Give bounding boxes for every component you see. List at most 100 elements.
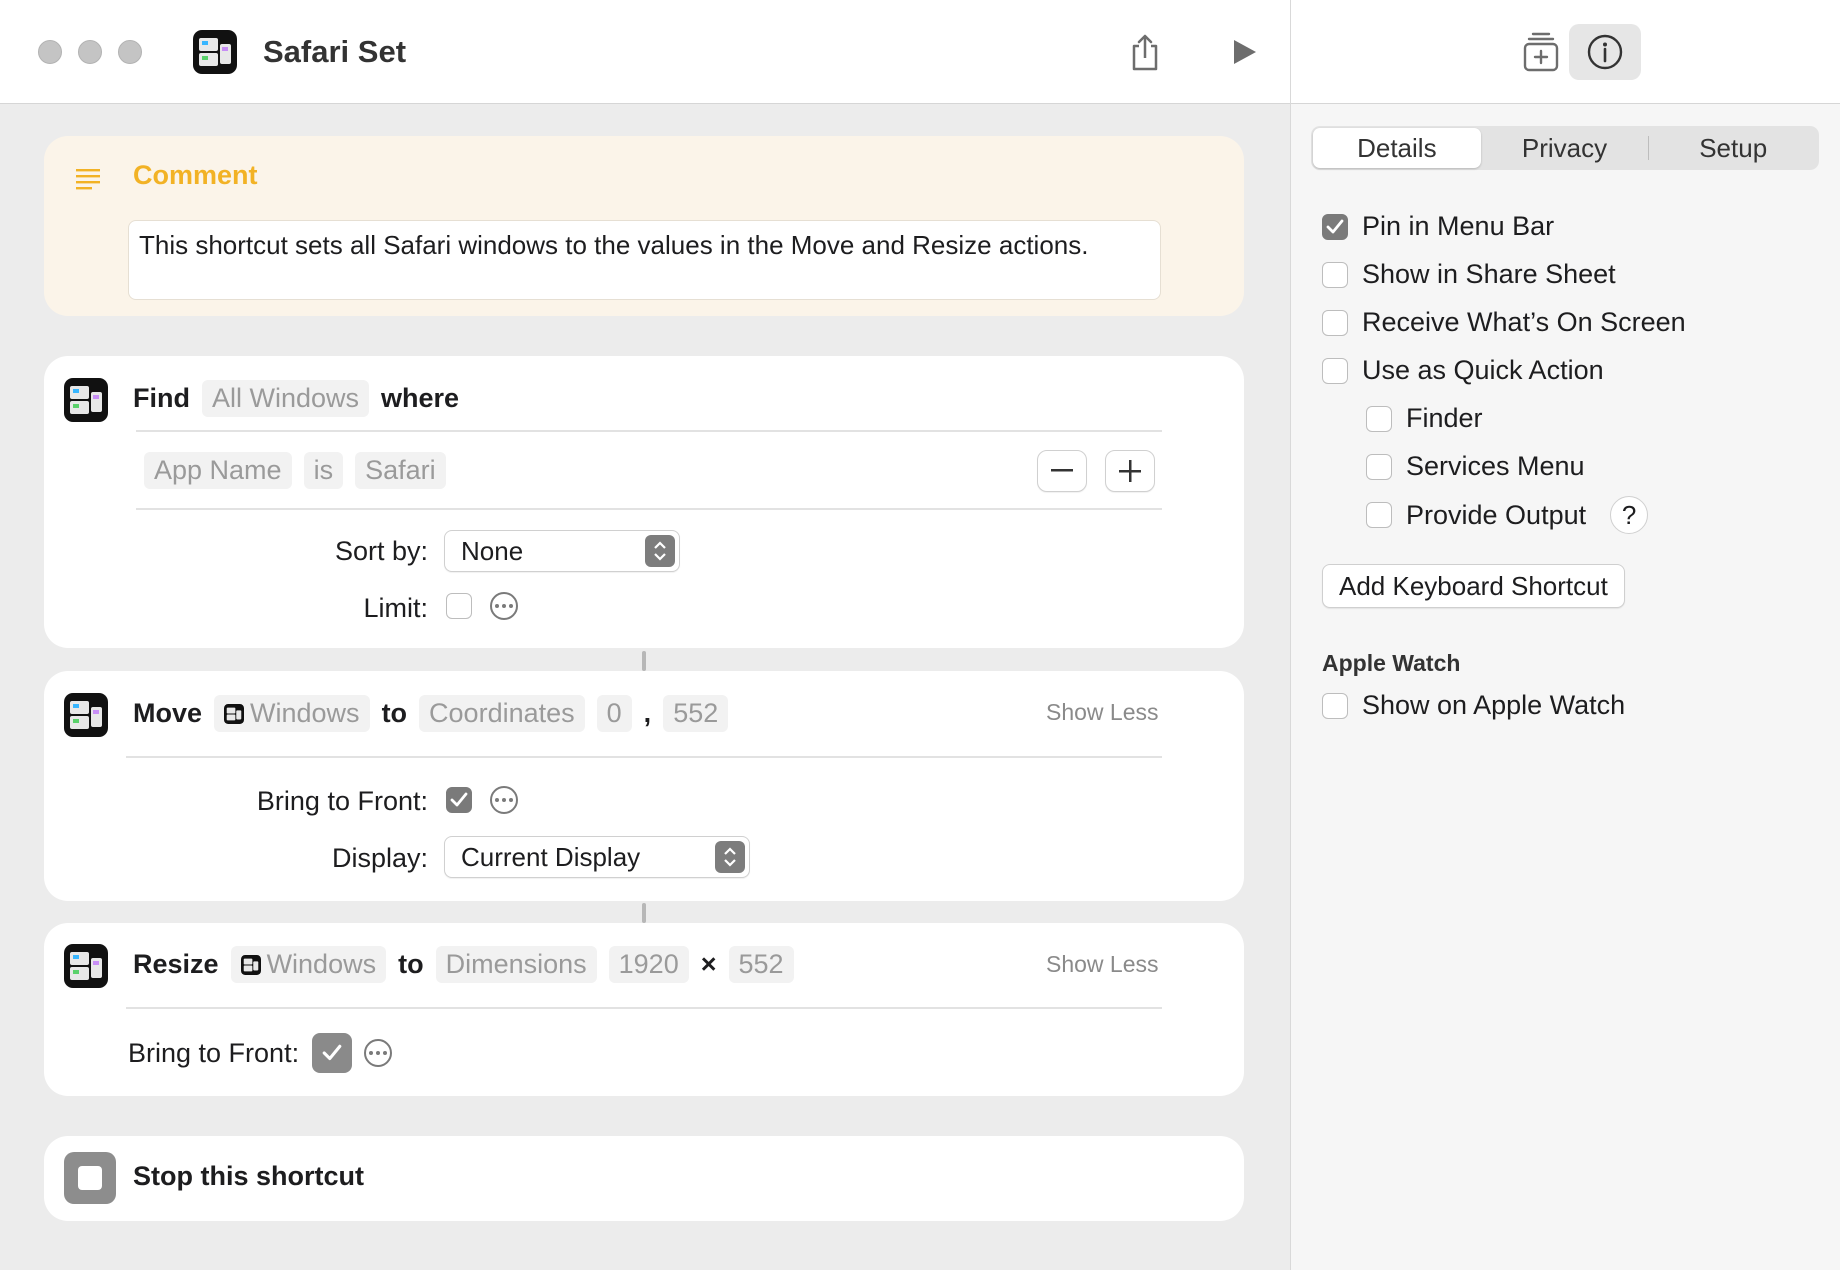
times-separator: × bbox=[700, 949, 717, 979]
comment-text-field[interactable]: This shortcut sets all Safari windows to… bbox=[128, 220, 1161, 300]
height-token[interactable]: 552 bbox=[728, 946, 794, 983]
bring-to-front-checkbox[interactable] bbox=[312, 1033, 352, 1073]
where-keyword: where bbox=[381, 383, 460, 413]
move-mode-token[interactable]: Coordinates bbox=[419, 695, 585, 732]
pin-menu-bar-checkbox[interactable] bbox=[1322, 213, 1348, 240]
provide-output-label: Provide Output bbox=[1406, 499, 1587, 530]
tab-setup[interactable]: Setup bbox=[1649, 128, 1817, 168]
divider bbox=[136, 430, 1162, 432]
checkmark-icon bbox=[322, 1044, 342, 1061]
info-button[interactable] bbox=[1569, 24, 1641, 80]
action-connector bbox=[642, 903, 646, 923]
share-sheet-label: Show in Share Sheet bbox=[1362, 259, 1616, 289]
option-show-on-watch[interactable]: Show on Apple Watch bbox=[1322, 690, 1625, 721]
resize-sentence: Resize Windows to Dimensions 1920 × 552 bbox=[133, 946, 806, 983]
shortcuts-window: Safari Set Comment This shortcut sets al… bbox=[0, 0, 1840, 1270]
bring-to-front-label: Bring to Front: bbox=[256, 786, 428, 816]
apple-watch-heading: Apple Watch bbox=[1322, 650, 1461, 676]
run-button[interactable] bbox=[1220, 28, 1268, 76]
limit-options-button[interactable] bbox=[490, 592, 518, 620]
comma-separator: , bbox=[643, 698, 652, 728]
filter-operator-token[interactable]: is bbox=[303, 452, 344, 489]
inspector-panel: Details Privacy Setup bbox=[1290, 0, 1840, 1270]
remove-filter-button[interactable] bbox=[1037, 450, 1087, 492]
option-services-menu[interactable]: Services Menu bbox=[1366, 451, 1585, 482]
show-less-button[interactable]: Show Less bbox=[1046, 951, 1159, 978]
pin-menu-bar-label: Pin in Menu Bar bbox=[1362, 211, 1555, 241]
find-sentence: Find All Windows where bbox=[133, 380, 471, 417]
display-popup[interactable]: Current Display bbox=[444, 836, 750, 878]
ellipsis-icon bbox=[495, 604, 513, 608]
finder-checkbox[interactable] bbox=[1366, 405, 1392, 432]
tab-privacy[interactable]: Privacy bbox=[1481, 128, 1649, 168]
resize-subject-token[interactable]: Windows bbox=[230, 946, 387, 983]
share-button[interactable] bbox=[1121, 28, 1169, 76]
info-icon bbox=[1587, 34, 1623, 70]
finder-label: Finder bbox=[1406, 403, 1483, 433]
add-filter-button[interactable] bbox=[1105, 450, 1155, 492]
sort-by-popup[interactable]: None bbox=[444, 530, 680, 572]
bring-to-front-label: Bring to Front: bbox=[128, 1038, 300, 1068]
comment-action: Comment This shortcut sets all Safari wi… bbox=[44, 136, 1244, 316]
minus-icon bbox=[1051, 469, 1073, 472]
stop-icon bbox=[64, 1152, 116, 1204]
sort-by-value: None bbox=[461, 535, 524, 566]
resize-mode-token[interactable]: Dimensions bbox=[435, 946, 597, 983]
stop-shortcut-action: Stop this shortcut bbox=[44, 1136, 1244, 1221]
to-keyword: to bbox=[381, 698, 408, 728]
resize-window-action: Resize Windows to Dimensions 1920 × 552 … bbox=[44, 923, 1244, 1096]
add-to-library-icon bbox=[1523, 32, 1559, 72]
filter-field-token[interactable]: App Name bbox=[144, 452, 292, 489]
option-provide-output[interactable]: Provide Output ? bbox=[1366, 496, 1649, 534]
receive-screen-checkbox[interactable] bbox=[1322, 309, 1348, 336]
divider bbox=[126, 756, 1162, 758]
option-pin-menu-bar[interactable]: Pin in Menu Bar bbox=[1322, 211, 1554, 242]
play-icon bbox=[1234, 40, 1256, 64]
option-receive-screen[interactable]: Receive What’s On Screen bbox=[1322, 307, 1686, 338]
quick-action-label: Use as Quick Action bbox=[1362, 355, 1604, 385]
y-coordinate-token[interactable]: 552 bbox=[663, 695, 729, 732]
bring-to-front-options-button[interactable] bbox=[490, 786, 518, 814]
add-keyboard-shortcut-button[interactable]: Add Keyboard Shortcut bbox=[1322, 564, 1625, 608]
to-keyword: to bbox=[398, 949, 424, 979]
bring-to-front-checkbox[interactable] bbox=[446, 787, 472, 813]
display-label: Display: bbox=[331, 843, 428, 873]
limit-label: Limit: bbox=[363, 593, 428, 623]
action-library-button[interactable] bbox=[1505, 24, 1577, 80]
move-subject-token[interactable]: Windows bbox=[214, 695, 370, 732]
filter-row: App Name is Safari bbox=[144, 452, 458, 489]
option-share-sheet[interactable]: Show in Share Sheet bbox=[1322, 259, 1616, 290]
bring-to-front-options-button[interactable] bbox=[364, 1039, 392, 1067]
help-button[interactable]: ? bbox=[1610, 496, 1649, 534]
option-quick-action[interactable]: Use as Quick Action bbox=[1322, 355, 1604, 386]
move-sentence: Move Windows to Coordinates 0 , 552 bbox=[133, 695, 740, 732]
option-finder[interactable]: Finder bbox=[1366, 403, 1483, 434]
minimize-window-button[interactable] bbox=[78, 40, 102, 64]
stepper-chevrons-icon bbox=[645, 535, 675, 567]
show-on-watch-checkbox[interactable] bbox=[1322, 692, 1348, 719]
ellipsis-icon bbox=[369, 1051, 387, 1055]
width-token[interactable]: 1920 bbox=[608, 946, 689, 983]
inspector-toolbar bbox=[1291, 0, 1840, 104]
show-less-button[interactable]: Show Less bbox=[1046, 699, 1159, 726]
show-on-watch-label: Show on Apple Watch bbox=[1362, 690, 1626, 720]
limit-checkbox[interactable] bbox=[446, 593, 472, 619]
receive-screen-label: Receive What’s On Screen bbox=[1362, 307, 1686, 337]
stop-label: Stop this shortcut bbox=[133, 1161, 364, 1191]
move-keyword: Move bbox=[133, 698, 203, 728]
share-sheet-checkbox[interactable] bbox=[1322, 261, 1348, 288]
services-menu-checkbox[interactable] bbox=[1366, 453, 1392, 480]
provide-output-checkbox[interactable] bbox=[1366, 502, 1392, 528]
zoom-window-button[interactable] bbox=[118, 40, 142, 64]
windows-action-icon bbox=[64, 944, 108, 988]
filter-value-token[interactable]: Safari bbox=[355, 452, 446, 489]
x-coordinate-token[interactable]: 0 bbox=[596, 695, 632, 732]
checkmark-icon bbox=[450, 792, 468, 807]
quick-action-checkbox[interactable] bbox=[1322, 357, 1348, 384]
close-window-button[interactable] bbox=[38, 40, 62, 64]
find-subject-token[interactable]: All Windows bbox=[201, 380, 370, 417]
divider bbox=[126, 1007, 1162, 1009]
tab-details[interactable]: Details bbox=[1313, 128, 1481, 168]
action-connector bbox=[642, 651, 646, 671]
shortcut-title[interactable]: Safari Set bbox=[263, 34, 406, 70]
